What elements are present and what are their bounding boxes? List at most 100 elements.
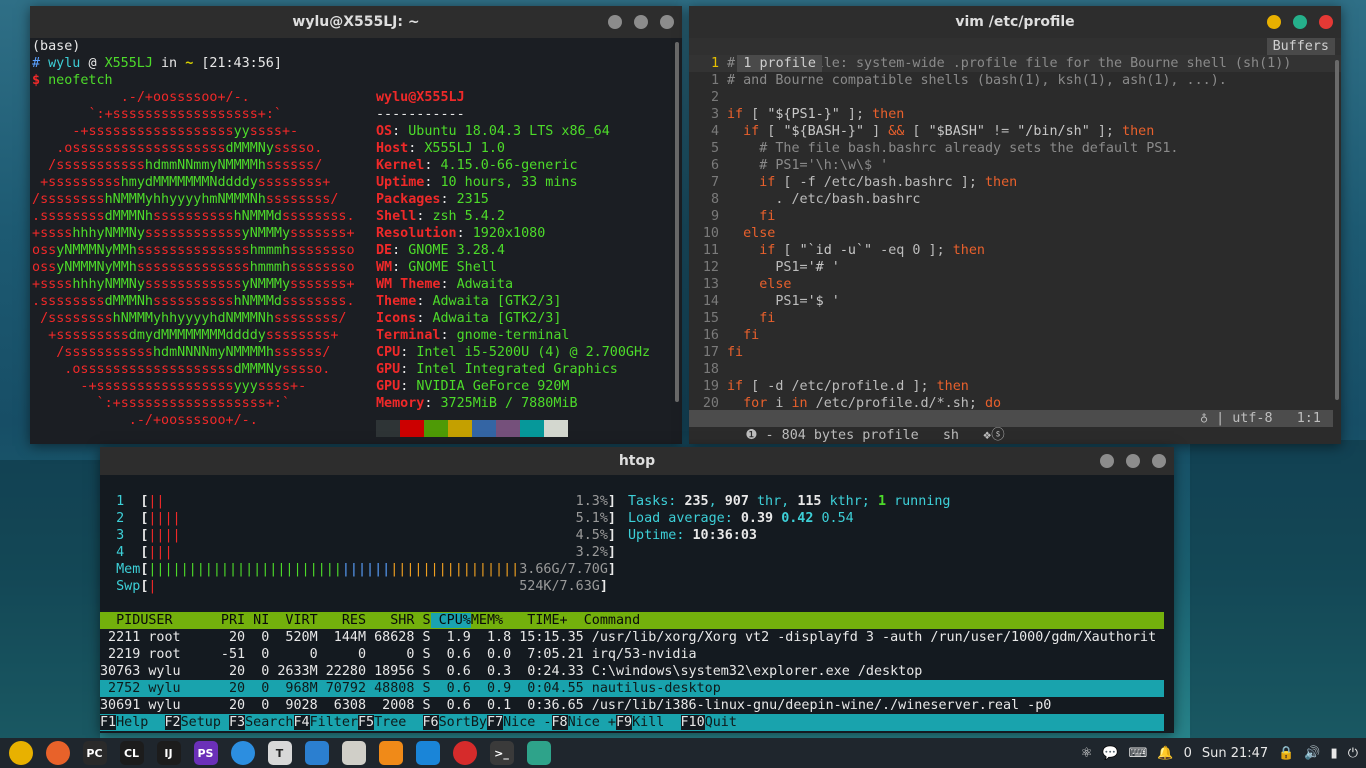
function-key-label[interactable]: Search — [245, 715, 293, 730]
function-key-label[interactable]: Setup — [181, 715, 229, 730]
vim-line[interactable]: 3 if [ "${PS1-}" ]; then — [689, 106, 1341, 123]
function-key[interactable]: F7 — [487, 715, 504, 730]
function-key-label[interactable]: Tree — [374, 715, 422, 730]
column-header[interactable]: RES — [318, 613, 366, 628]
process-row[interactable]: 2752 wylu 20 0 968M 70792 48808 S 0.6 0.… — [100, 680, 1164, 697]
close-button[interactable] — [1152, 454, 1166, 468]
clion-icon[interactable]: CL — [119, 741, 144, 765]
bell-icon[interactable]: 🔔 — [1157, 746, 1173, 761]
function-key[interactable]: F4 — [293, 715, 310, 730]
keyboard-icon[interactable]: ⌨ — [1129, 746, 1148, 761]
settings-tray-icon[interactable]: ⚛ — [1081, 746, 1093, 761]
vim-line[interactable]: 12 PS1='# ' — [689, 259, 1341, 276]
lock-icon[interactable]: 🔒 — [1278, 746, 1294, 761]
column-header[interactable]: TIME+ — [503, 613, 576, 628]
minimize-button[interactable] — [1100, 454, 1114, 468]
vim-line[interactable]: 11 if [ "`id -u`" -eq 0 ]; then — [689, 242, 1341, 259]
function-key-label[interactable]: Quit — [705, 715, 737, 730]
function-key[interactable]: F3 — [229, 715, 246, 730]
terminal-scrollbar[interactable] — [675, 42, 679, 402]
process-row[interactable]: 30763 wylu 20 0 2633M 22280 18956 S 0.6 … — [100, 663, 1164, 680]
vim-scrollbar[interactable] — [1335, 60, 1339, 400]
htop-window[interactable]: htop 1 [|| 1.3%] 2 [|||| 5.1%] 3 [|||| 4… — [100, 447, 1174, 733]
notification-count[interactable]: 0 — [1184, 746, 1192, 761]
settings-app-icon[interactable] — [526, 741, 551, 765]
function-key-bar[interactable]: F1Help F2Setup F3SearchF4FilterF5Tree F6… — [100, 714, 1164, 731]
vim-line[interactable]: 10 else — [689, 225, 1341, 242]
column-header[interactable]: SHR — [366, 613, 414, 628]
firefox-icon[interactable] — [45, 741, 70, 765]
vim-line[interactable]: 19 if [ -d /etc/profile.d ]; then — [689, 378, 1341, 395]
vim-line[interactable]: 16 fi — [689, 327, 1341, 344]
maximize-button[interactable] — [1293, 15, 1307, 29]
sublime-icon[interactable] — [378, 741, 403, 765]
process-table-header[interactable]: PIDUSER PRI NI VIRT RES SHR S CPU%MEM% T… — [100, 612, 1164, 629]
function-key-label[interactable]: Filter — [310, 715, 358, 730]
column-header[interactable]: NI — [245, 613, 269, 628]
vim-window[interactable]: vim /etc/profile 1 profile Buffers 1# /e… — [689, 6, 1341, 444]
minimize-button[interactable] — [1267, 15, 1281, 29]
column-header[interactable]: PID — [100, 613, 140, 628]
function-key-label[interactable]: Nice - — [503, 715, 551, 730]
vim-line[interactable]: 5 # The file bash.bashrc already sets th… — [689, 140, 1341, 157]
xmind-icon[interactable] — [304, 741, 329, 765]
chrome-icon[interactable] — [8, 741, 33, 765]
netease-music-icon[interactable] — [452, 741, 477, 765]
column-header[interactable]: PRI — [213, 613, 245, 628]
column-header[interactable]: VIRT — [269, 613, 317, 628]
function-key[interactable]: F5 — [358, 715, 375, 730]
power-icon[interactable]: ⏻ — [1348, 746, 1358, 761]
vim-titlebar[interactable]: vim /etc/profile — [689, 6, 1341, 38]
function-key[interactable]: F9 — [616, 715, 633, 730]
wechat-tray-icon[interactable]: 💬 — [1102, 746, 1118, 761]
terminal-window[interactable]: wylu@X555LJ: ~ (base) # wylu @ X555LJ in… — [30, 6, 682, 444]
maximize-button[interactable] — [634, 15, 648, 29]
terminal-body[interactable]: (base) # wylu @ X555LJ in ~ [21:43:56] $… — [30, 38, 682, 444]
vim-line[interactable]: 18 — [689, 361, 1341, 378]
intellij-icon[interactable]: IJ — [156, 741, 181, 765]
function-key[interactable]: F10 — [680, 715, 705, 730]
process-row[interactable]: 2219 root -51 0 0 0 0 S 0.6 0.0 7:05.21 … — [100, 646, 1164, 663]
vscode-icon[interactable] — [415, 741, 440, 765]
column-header[interactable]: S — [414, 613, 430, 628]
close-button[interactable] — [1319, 15, 1333, 29]
process-rows[interactable]: 2211 root 20 0 520M 144M 68628 S 1.9 1.8… — [100, 629, 1164, 714]
maximize-button[interactable] — [1126, 454, 1140, 468]
process-row[interactable]: 2211 root 20 0 520M 144M 68628 S 1.9 1.8… — [100, 629, 1164, 646]
htop-body[interactable]: 1 [|| 1.3%] 2 [|||| 5.1%] 3 [|||| 4.5%] … — [100, 475, 1174, 733]
function-key[interactable]: F2 — [164, 715, 181, 730]
vim-line[interactable]: 9 fi — [689, 208, 1341, 225]
function-key[interactable]: F6 — [422, 715, 439, 730]
vim-line[interactable]: 8 . /etc/bash.bashrc — [689, 191, 1341, 208]
vim-line[interactable]: 1# and Bourne compatible shells (bash(1)… — [689, 72, 1341, 89]
vim-line[interactable]: 2 — [689, 89, 1341, 106]
vim-body[interactable]: 1 profile Buffers 1# /etc/profile: syste… — [689, 38, 1341, 444]
vim-line[interactable]: 14 PS1='$ ' — [689, 293, 1341, 310]
column-header[interactable]: MEM% — [471, 613, 503, 628]
volume-icon[interactable]: 🔊 — [1304, 746, 1320, 761]
process-table[interactable]: PIDUSER PRI NI VIRT RES SHR S CPU%MEM% T… — [100, 612, 1164, 731]
function-key-label[interactable]: SortBy — [439, 715, 487, 730]
clock[interactable]: Sun 21:47 — [1202, 746, 1268, 761]
terminal-titlebar[interactable]: wylu@X555LJ: ~ — [30, 6, 682, 38]
function-key-label[interactable]: Kill — [632, 715, 680, 730]
vim-line[interactable]: 4 if [ "${BASH-}" ] && [ "$BASH" != "/bi… — [689, 123, 1341, 140]
vim-line[interactable]: 13 else — [689, 276, 1341, 293]
vim-line[interactable]: 7 if [ -f /etc/bash.bashrc ]; then — [689, 174, 1341, 191]
column-header[interactable]: Command — [576, 613, 640, 628]
files-icon[interactable] — [341, 741, 366, 765]
pycharm-icon[interactable]: PC — [82, 741, 107, 765]
vim-line[interactable]: 15 fi — [689, 310, 1341, 327]
typora-icon[interactable]: T — [267, 741, 292, 765]
htop-titlebar[interactable]: htop — [100, 447, 1174, 475]
vim-line[interactable]: 6 # PS1='\h:\w\$ ' — [689, 157, 1341, 174]
battery-icon[interactable]: ▮ — [1331, 746, 1338, 761]
terminal-icon[interactable]: >_ — [489, 741, 514, 765]
vim-tab[interactable]: 1 profile — [737, 55, 822, 72]
column-header[interactable]: CPU% — [430, 613, 471, 628]
column-header[interactable]: USER — [140, 613, 213, 628]
function-key-label[interactable]: Help — [116, 715, 164, 730]
function-key[interactable]: F1 — [100, 715, 117, 730]
function-key-label[interactable]: Nice + — [568, 715, 616, 730]
function-key[interactable]: F8 — [551, 715, 568, 730]
